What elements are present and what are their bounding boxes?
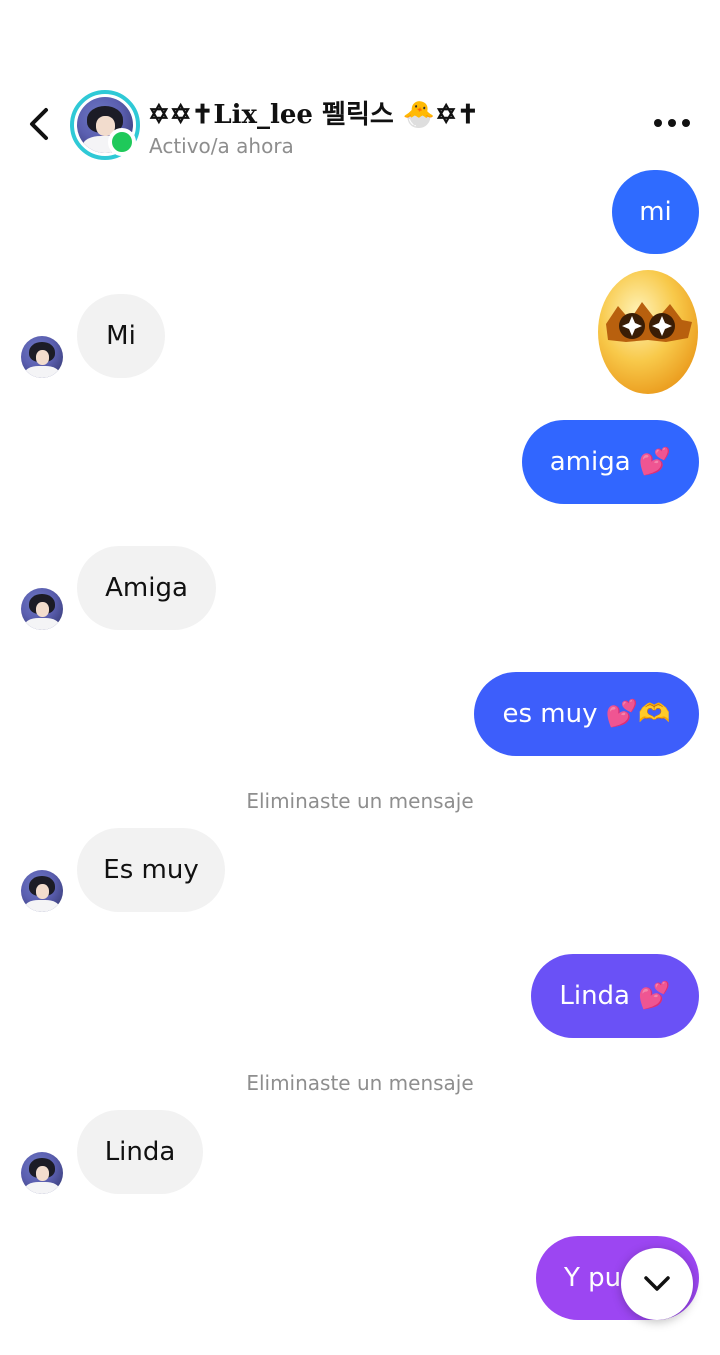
chat-header: ✡✡✝Lix_lee 펠릭스 🐣✡✝ Activo/a ahora <box>0 0 720 170</box>
message-text: mi <box>639 197 672 227</box>
incoming-message[interactable]: Es muy <box>77 828 225 912</box>
message-text: Amiga <box>105 573 188 603</box>
outgoing-message[interactable]: Linda 💕 <box>531 954 699 1038</box>
chevron-left-icon <box>30 108 48 140</box>
message-text: Mi <box>106 321 136 351</box>
deleted-message-note: Eliminaste un mensaje <box>246 789 474 813</box>
message-text: Linda 💕 <box>559 981 671 1011</box>
incoming-message[interactable]: Mi <box>77 294 165 378</box>
chat-screen: ✡✡✝Lix_lee 펠릭스 🐣✡✝ Activo/a ahora mi Mi <box>0 0 720 1355</box>
message-text: Y pu <box>564 1263 622 1293</box>
sender-avatar[interactable] <box>21 588 63 630</box>
message-text: Linda <box>104 1137 176 1167</box>
deleted-message-note: Eliminaste un mensaje <box>246 1071 474 1095</box>
outgoing-message[interactable]: amiga 💕 <box>522 420 699 504</box>
outgoing-message[interactable]: mi <box>612 170 699 254</box>
sender-avatar[interactable] <box>21 1152 63 1194</box>
more-options-button[interactable] <box>648 108 696 138</box>
contact-name[interactable]: ✡✡✝Lix_lee 펠릭스 🐣✡✝ <box>148 94 479 131</box>
message-text: amiga 💕 <box>549 447 672 477</box>
more-dots-icon <box>654 119 662 127</box>
back-button[interactable] <box>22 104 58 144</box>
incoming-message[interactable]: Amiga <box>77 546 216 630</box>
egg-star-eyes-sticker[interactable] <box>596 262 700 394</box>
message-text: es muy 💕🫶 <box>502 699 671 729</box>
message-text: Es muy <box>103 855 199 885</box>
chevron-down-icon <box>644 1276 670 1291</box>
sender-avatar[interactable] <box>21 336 63 378</box>
contact-status: Activo/a ahora <box>149 134 294 158</box>
incoming-message[interactable]: Linda <box>77 1110 203 1194</box>
scroll-to-bottom-button[interactable] <box>621 1248 693 1320</box>
sender-avatar[interactable] <box>21 870 63 912</box>
outgoing-message[interactable]: es muy 💕🫶 <box>474 672 699 756</box>
online-status-dot <box>108 128 136 156</box>
